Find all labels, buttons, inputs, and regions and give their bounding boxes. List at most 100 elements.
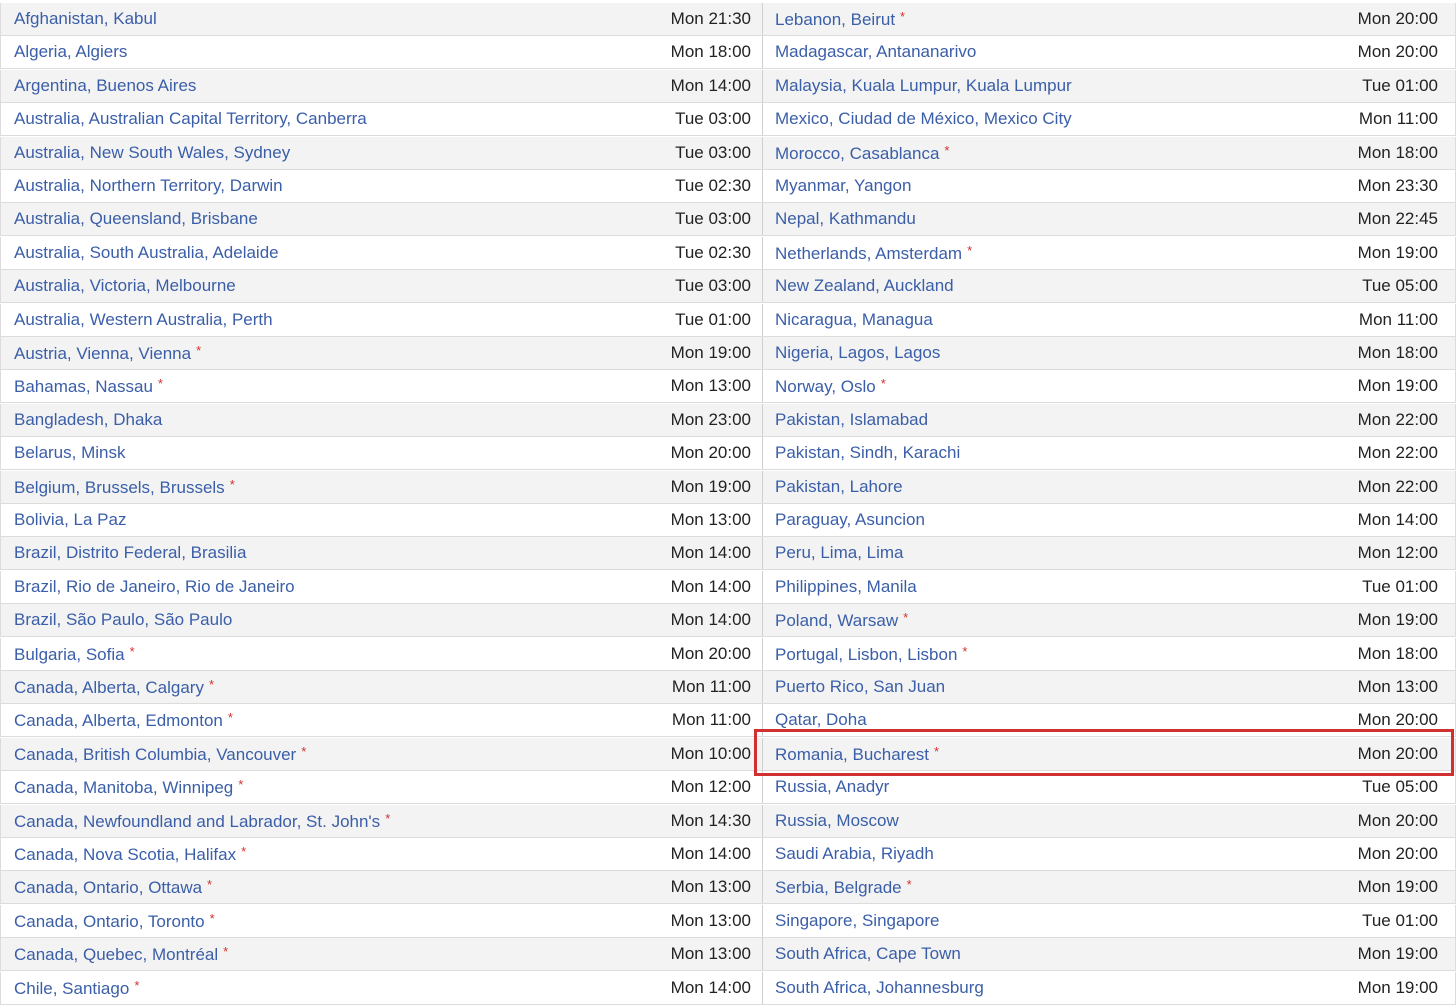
- city-link[interactable]: Serbia, Belgrade: [775, 878, 902, 897]
- city-link[interactable]: Canada, Alberta, Calgary: [14, 678, 204, 697]
- city-link[interactable]: Philippines, Manila: [775, 577, 917, 596]
- city-link[interactable]: Australia, Australian Capital Territory,…: [14, 109, 367, 128]
- city-link[interactable]: Madagascar, Antananarivo: [775, 42, 976, 61]
- city-link[interactable]: Canada, Nova Scotia, Halifax: [14, 845, 236, 864]
- local-time: Tue 01:00: [675, 310, 751, 329]
- city-link[interactable]: Afghanistan, Kabul: [14, 9, 157, 28]
- city-link[interactable]: Paraguay, Asuncion: [775, 510, 925, 529]
- city-cell-left: Bahamas, Nassau * Mon 13:00: [0, 370, 763, 402]
- city-link[interactable]: Lebanon, Beirut: [775, 10, 895, 29]
- city-link[interactable]: Canada, British Columbia, Vancouver: [14, 745, 296, 764]
- city-link[interactable]: South Africa, Cape Town: [775, 944, 961, 963]
- city-entry: Brazil, Rio de Janeiro, Rio de Janeiro: [14, 577, 295, 597]
- city-link[interactable]: Chile, Santiago: [14, 979, 129, 998]
- city-entry: South Africa, Johannesburg: [775, 978, 984, 998]
- city-link[interactable]: Australia, Northern Territory, Darwin: [14, 176, 283, 195]
- city-link[interactable]: Romania, Bucharest: [775, 745, 929, 764]
- city-link[interactable]: Canada, Newfoundland and Labrador, St. J…: [14, 812, 380, 831]
- city-link[interactable]: Brazil, Distrito Federal, Brasilia: [14, 543, 246, 562]
- city-link[interactable]: Qatar, Doha: [775, 710, 867, 729]
- city-link[interactable]: Morocco, Casablanca: [775, 144, 939, 163]
- local-time: Mon 11:00: [671, 677, 751, 696]
- city-cell-right: Serbia, Belgrade * Mon 19:00: [763, 871, 1456, 903]
- city-link[interactable]: Belgium, Brussels, Brussels: [14, 478, 225, 497]
- city-cell-left: Bulgaria, Sofia * Mon 20:00: [0, 638, 763, 670]
- local-time: Mon 11:00: [1358, 109, 1438, 128]
- city-entry: Afghanistan, Kabul: [14, 9, 157, 29]
- city-link[interactable]: Netherlands, Amsterdam: [775, 244, 962, 263]
- city-link[interactable]: Bangladesh, Dhaka: [14, 410, 162, 429]
- city-cell-right: Qatar, Doha Mon 20:00: [763, 704, 1456, 736]
- city-cell-left: Brazil, São Paulo, São Paulo Mon 14:00: [0, 604, 763, 636]
- city-link[interactable]: Brazil, Rio de Janeiro, Rio de Janeiro: [14, 577, 295, 596]
- city-entry: Canada, Alberta, Calgary *: [14, 677, 214, 698]
- city-link[interactable]: Australia, Victoria, Melbourne: [14, 276, 236, 295]
- table-row: Bahamas, Nassau * Mon 13:00 Norway, Oslo * Mo…: [0, 370, 1456, 403]
- table-row: Australia, Queensland, Brisbane Tue 03:00…: [0, 203, 1456, 236]
- city-link[interactable]: Belarus, Minsk: [14, 443, 125, 462]
- city-link[interactable]: Australia, Queensland, Brisbane: [14, 209, 258, 228]
- city-cell-left: Canada, Ontario, Toronto * Mon 13:00: [0, 905, 763, 937]
- local-time: Mon 13:00: [670, 911, 751, 930]
- city-link[interactable]: Nigeria, Lagos, Lagos: [775, 343, 940, 362]
- city-entry: Russia, Anadyr: [775, 777, 889, 797]
- city-entry: Belgium, Brussels, Brussels *: [14, 477, 235, 498]
- city-entry: Puerto Rico, San Juan: [775, 677, 945, 697]
- local-time: Mon 20:00: [1357, 811, 1438, 830]
- city-link[interactable]: Portugal, Lisbon, Lisbon: [775, 645, 957, 664]
- city-link[interactable]: Myanmar, Yangon: [775, 176, 911, 195]
- dst-asterisk-icon: *: [385, 810, 391, 826]
- city-link[interactable]: Singapore, Singapore: [775, 911, 939, 930]
- table-row: Canada, Ontario, Ottawa * Mon 13:00 Serbia,…: [0, 871, 1456, 904]
- city-link[interactable]: Mexico, Ciudad de México, Mexico City: [775, 109, 1072, 128]
- city-link[interactable]: Bolivia, La Paz: [14, 510, 126, 529]
- local-time: Mon 12:00: [670, 777, 751, 796]
- city-link[interactable]: Poland, Warsaw: [775, 611, 898, 630]
- city-link[interactable]: New Zealand, Auckland: [775, 276, 954, 295]
- city-link[interactable]: Bulgaria, Sofia: [14, 645, 125, 664]
- city-link[interactable]: Nicaragua, Managua: [775, 310, 933, 329]
- city-entry: Mexico, Ciudad de México, Mexico City: [775, 109, 1072, 129]
- city-link[interactable]: Saudi Arabia, Riyadh: [775, 844, 934, 863]
- city-link[interactable]: Brazil, São Paulo, São Paulo: [14, 610, 232, 629]
- city-link[interactable]: Russia, Anadyr: [775, 777, 889, 796]
- city-link[interactable]: Canada, Ontario, Ottawa: [14, 878, 202, 897]
- city-entry: Canada, Manitoba, Winnipeg *: [14, 777, 243, 798]
- city-link[interactable]: South Africa, Johannesburg: [775, 978, 984, 997]
- city-link[interactable]: Canada, Alberta, Edmonton: [14, 711, 223, 730]
- city-link[interactable]: Algeria, Algiers: [14, 42, 127, 61]
- table-row: Canada, Nova Scotia, Halifax * Mon 14:00 Sa…: [0, 838, 1456, 871]
- dst-asterisk-icon: *: [238, 776, 244, 792]
- city-cell-left: Canada, Quebec, Montréal * Mon 13:00: [0, 938, 763, 970]
- city-link[interactable]: Pakistan, Sindh, Karachi: [775, 443, 960, 462]
- city-link[interactable]: Pakistan, Islamabad: [775, 410, 928, 429]
- city-entry: Canada, Ontario, Ottawa *: [14, 877, 212, 898]
- city-link[interactable]: Malaysia, Kuala Lumpur, Kuala Lumpur: [775, 76, 1072, 95]
- city-link[interactable]: Argentina, Buenos Aires: [14, 76, 196, 95]
- city-link[interactable]: Norway, Oslo: [775, 377, 876, 396]
- city-link[interactable]: Australia, Western Australia, Perth: [14, 310, 273, 329]
- local-time: Mon 20:00: [670, 644, 751, 663]
- city-entry: Australia, Victoria, Melbourne: [14, 276, 236, 296]
- table-row: Bolivia, La Paz Mon 13:00 Paraguay, Asunci…: [0, 504, 1456, 537]
- local-time: Mon 14:30: [670, 811, 751, 830]
- city-link[interactable]: Canada, Quebec, Montréal: [14, 945, 218, 964]
- city-entry: Australia, Western Australia, Perth: [14, 310, 273, 330]
- city-link[interactable]: Austria, Vienna, Vienna: [14, 344, 191, 363]
- city-link[interactable]: Peru, Lima, Lima: [775, 543, 904, 562]
- city-entry: Serbia, Belgrade *: [775, 877, 912, 898]
- local-time: Mon 19:00: [1357, 944, 1438, 963]
- city-link[interactable]: Canada, Manitoba, Winnipeg: [14, 778, 233, 797]
- table-row: Belgium, Brussels, Brussels * Mon 19:00 Pak…: [0, 471, 1456, 504]
- city-link[interactable]: Australia, South Australia, Adelaide: [14, 243, 279, 262]
- city-link[interactable]: Puerto Rico, San Juan: [775, 677, 945, 696]
- table-row: Canada, Manitoba, Winnipeg * Mon 12:00 Russ…: [0, 771, 1456, 804]
- city-link[interactable]: Pakistan, Lahore: [775, 477, 903, 496]
- city-link[interactable]: Nepal, Kathmandu: [775, 209, 916, 228]
- local-time: Mon 14:00: [670, 978, 751, 997]
- city-link[interactable]: Bahamas, Nassau: [14, 377, 153, 396]
- city-entry: Morocco, Casablanca *: [775, 143, 949, 164]
- city-link[interactable]: Canada, Ontario, Toronto: [14, 912, 205, 931]
- city-link[interactable]: Australia, New South Wales, Sydney: [14, 143, 290, 162]
- city-link[interactable]: Russia, Moscow: [775, 811, 899, 830]
